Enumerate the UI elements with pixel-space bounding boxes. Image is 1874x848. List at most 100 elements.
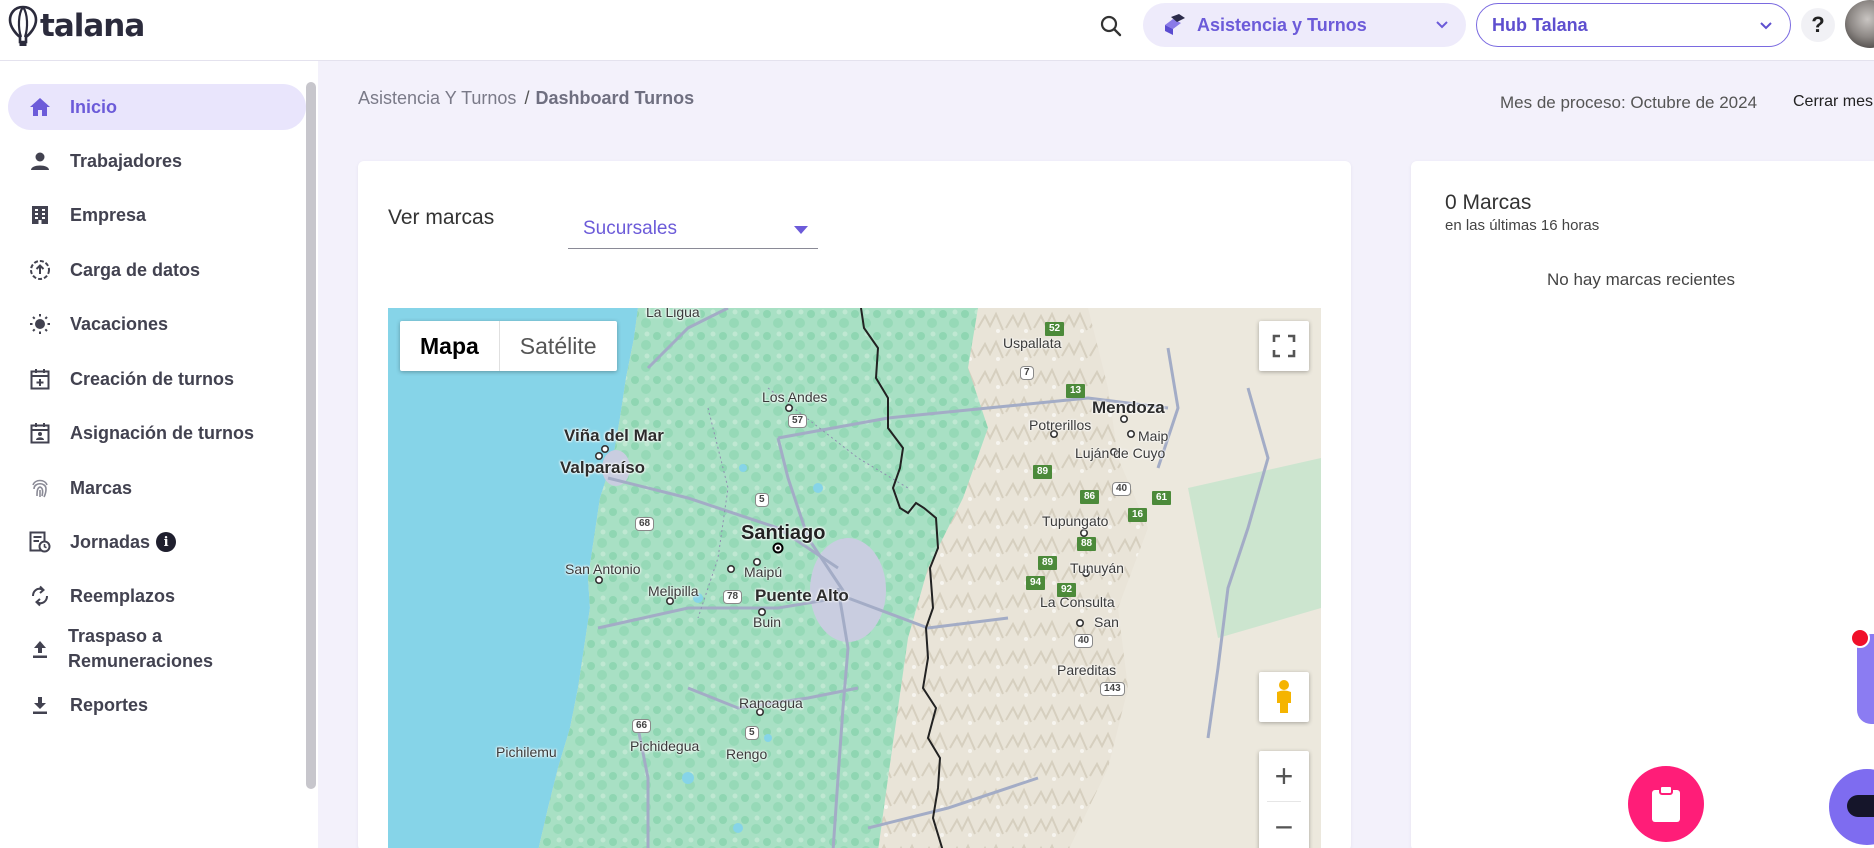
hub-select[interactable]: Hub Talana <box>1476 3 1791 47</box>
module-select[interactable]: Asistencia y Turnos <box>1143 3 1466 47</box>
clipboard-fab-button[interactable] <box>1628 766 1704 842</box>
sidebar-item-label: Carga de datos <box>70 259 201 280</box>
chevron-down-icon <box>1760 22 1772 30</box>
sidebar-item-label: Jornadas <box>70 531 151 552</box>
route-shield: 13 <box>1066 384 1086 398</box>
map-label: Mendoza <box>1092 398 1165 417</box>
marks-count: 0 Marcas <box>1445 191 1532 214</box>
sidebar-item-label: Asignación de turnos <box>70 422 255 443</box>
sidebar-scrollbar[interactable] <box>306 82 316 789</box>
route-shield: 61 <box>1152 491 1172 505</box>
sidebar-item-reemplazos[interactable]: Reemplazos <box>8 573 306 619</box>
breadcrumb-current: Dashboard Turnos <box>535 88 695 108</box>
sidebar-item-label-line2: Remuneraciones <box>68 651 214 671</box>
sidebar-item-label: Traspaso a Remuneraciones <box>68 624 213 674</box>
search-icon <box>1100 15 1122 37</box>
breadcrumb: Asistencia Y Turnos / Dashboard Turnos <box>358 88 694 109</box>
module-select-label: Asistencia y Turnos <box>1197 14 1367 35</box>
sidebar-item-carga-de-datos[interactable]: Carga de datos <box>8 247 306 293</box>
close-month-button[interactable]: Cerrar mes <box>1793 93 1873 111</box>
sidebar-item-inicio[interactable]: Inicio <box>8 84 306 130</box>
building-icon <box>28 203 52 227</box>
sidebar-item-reportes[interactable]: Reportes <box>8 682 306 728</box>
map-label: Tunuyán <box>1070 560 1124 576</box>
map-label: Luján de Cuyo <box>1075 445 1166 461</box>
route-shield: 88 <box>1077 537 1097 551</box>
route-shield: 92 <box>1057 583 1077 597</box>
map-label: Maip <box>1138 428 1169 444</box>
sidebar-item-empresa[interactable]: Empresa <box>8 192 306 238</box>
empty-state-text: No hay marcas recientes <box>1546 270 1736 289</box>
sidebar-item-label: Vacaciones <box>70 313 169 334</box>
sidebar-item-label: Reemplazos <box>70 585 176 606</box>
hub-select-label: Hub Talana <box>1492 14 1588 35</box>
zoom-in-button[interactable]: + <box>1259 751 1309 801</box>
fullscreen-button[interactable] <box>1259 321 1309 371</box>
notification-dot <box>1850 628 1870 648</box>
map-label: Rancagua <box>739 695 803 711</box>
home-icon <box>28 95 52 119</box>
sidebar-item-label: Inicio <box>70 96 118 117</box>
upload-icon <box>28 637 52 661</box>
route-shield: 66 <box>632 719 652 733</box>
sidebar: Inicio Trabajadores Empresa Carga de dat… <box>0 61 318 848</box>
route-shield: 94 <box>1026 576 1046 590</box>
map-label: Rengo <box>726 746 768 762</box>
map[interactable]: La Ligua Uspallata Los Andes Mendoza Viñ… <box>388 308 1321 848</box>
zoom-out-button[interactable]: − <box>1259 802 1309 848</box>
info-icon[interactable]: i <box>156 532 177 552</box>
map-label: Viña del Mar <box>564 426 664 445</box>
talana-logo[interactable]: talana <box>6 4 145 48</box>
sun-icon <box>28 312 52 336</box>
route-shield: 40 <box>1112 482 1132 496</box>
map-label: Pareditas <box>1057 662 1117 678</box>
sidebar-item-label-line1: Traspaso a <box>68 626 163 646</box>
map-type-satelite[interactable]: Satélite <box>500 321 617 371</box>
map-label: La Consulta <box>1040 594 1115 610</box>
route-shield: 68 <box>635 517 655 531</box>
recent-marks-card: 0 Marcas en las últimas 16 horas No hay … <box>1411 161 1874 848</box>
route-shield: 16 <box>1128 508 1148 522</box>
map-type-mapa[interactable]: Mapa <box>400 321 500 371</box>
route-shield: 57 <box>788 414 808 428</box>
chat-bubble-icon <box>1847 795 1874 817</box>
help-button[interactable]: ? <box>1801 8 1835 42</box>
sidebar-item-jornadas[interactable]: Jornadas i <box>8 519 306 565</box>
report-clock-icon <box>28 530 52 554</box>
route-shield: 89 <box>1038 556 1058 570</box>
sidebar-item-asignacion-de-turnos[interactable]: Asignación de turnos <box>8 410 306 456</box>
user-avatar[interactable] <box>1845 0 1874 48</box>
sidebar-item-label: Empresa <box>70 204 147 225</box>
top-bar: talana Asistencia y Turnos Hub Talana ? <box>0 0 1874 61</box>
map-label: Puente Alto <box>755 586 849 605</box>
route-shield: 86 <box>1080 490 1100 504</box>
route-shield: 52 <box>1045 322 1065 336</box>
map-card: Ver marcas Sucursales La Ligua Uspallata… <box>358 161 1351 848</box>
route-shield: 5 <box>745 726 759 740</box>
zoom-control: + − <box>1259 751 1309 848</box>
map-label: Valparaíso <box>560 458 646 477</box>
branches-select[interactable]: Sucursales <box>568 209 818 249</box>
download-icon <box>28 693 52 717</box>
map-label: Potrerillos <box>1029 417 1092 433</box>
branches-select-value: Sucursales <box>583 218 677 239</box>
view-marks-label: Ver marcas <box>388 206 495 229</box>
sidebar-item-traspaso-a-remuneraciones[interactable]: Traspaso a Remuneraciones <box>8 619 306 679</box>
chevron-down-icon <box>1436 21 1448 29</box>
sidebar-item-creacion-de-turnos[interactable]: Creación de turnos <box>8 356 306 402</box>
map-label: Melipilla <box>648 583 699 599</box>
fullscreen-icon <box>1272 334 1296 358</box>
sidebar-item-label: Marcas <box>70 477 133 498</box>
search-button[interactable] <box>1096 11 1126 41</box>
map-label: Tupungato <box>1042 513 1109 529</box>
breadcrumb-parent[interactable]: Asistencia Y Turnos <box>358 88 516 108</box>
balloon-logo-icon <box>8 5 38 46</box>
sidebar-item-trabajadores[interactable]: Trabajadores <box>8 138 306 184</box>
map-label: Los Andes <box>762 389 828 405</box>
street-view-button[interactable] <box>1259 672 1309 722</box>
map-label: Pichilemu <box>496 744 557 760</box>
sidebar-item-marcas[interactable]: Marcas <box>8 465 306 511</box>
sidebar-item-vacaciones[interactable]: Vacaciones <box>8 301 306 347</box>
breadcrumb-separator: / <box>524 88 530 108</box>
calendar-plus-icon <box>28 367 52 391</box>
